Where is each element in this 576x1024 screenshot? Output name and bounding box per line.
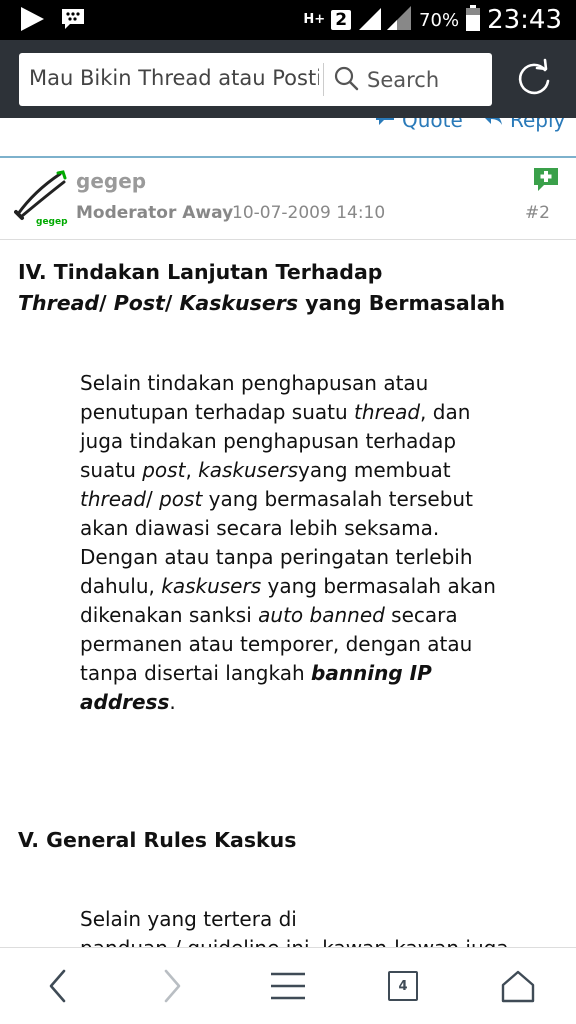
url-text[interactable]: Mau Bikin Thread atau Posti [29, 66, 319, 94]
clock: 23:43 [487, 5, 562, 35]
search-label: Search [367, 67, 440, 92]
chevron-left-icon [49, 969, 66, 1003]
reload-icon[interactable] [512, 57, 556, 101]
post-date: 10-07-2009 14:10 [232, 203, 386, 223]
back-button[interactable] [38, 966, 78, 1006]
forward-button[interactable] [152, 966, 192, 1006]
battery-percent: 70% [419, 9, 460, 31]
section-5-paragraph: Selain yang tertera di panduan / guideli… [80, 907, 509, 947]
search-button[interactable]: Search [333, 63, 439, 96]
menu-button[interactable] [268, 966, 308, 1006]
sim-slot-badge: 2 [331, 10, 352, 30]
tab-count: 4 [388, 971, 418, 1001]
reply-label: Reply [510, 118, 566, 132]
battery-icon [465, 4, 481, 36]
network-type: H+ [303, 12, 326, 27]
quote-label: Quote [402, 118, 463, 132]
signal-icon [357, 4, 413, 36]
post-user-title: Moderator Away [76, 203, 234, 223]
address-bar[interactable]: Mau Bikin Thread atau Posti Search [19, 53, 492, 106]
post-username[interactable]: gegep [76, 169, 146, 193]
section-5-title: V. General Rules Kaskus [18, 828, 297, 852]
quote-button[interactable]: Quote [374, 118, 463, 133]
reply-button[interactable]: Reply [482, 118, 565, 133]
browser-toolbar: Mau Bikin Thread atau Posti Search [0, 40, 576, 118]
add-reputation-icon[interactable] [532, 166, 560, 194]
status-bar: H+ 2 70% 23:43 [0, 0, 576, 40]
bottom-navigation: 4 [0, 947, 576, 1024]
previous-post-actions: Quote Reply [0, 118, 576, 158]
chevron-right-icon [164, 969, 181, 1003]
tabs-button[interactable]: 4 [383, 966, 423, 1006]
reply-icon [482, 118, 504, 133]
search-icon [333, 65, 359, 95]
section-4-title: IV. Tindakan Lanjutan Terhadap Thread/ P… [18, 260, 506, 315]
bbm-icon [60, 7, 86, 35]
post-number[interactable]: #2 [525, 203, 550, 223]
post-content: IV. Tindakan Lanjutan Terhadap Thread/ P… [0, 240, 576, 947]
address-divider [323, 63, 324, 96]
section-4-paragraph: Selain tindakan penghapusan atau penutup… [80, 371, 496, 714]
home-icon [501, 970, 535, 1003]
hamburger-menu-icon [271, 972, 305, 1000]
play-icon [18, 6, 46, 36]
avatar[interactable]: gegep [14, 170, 68, 227]
avatar-caption: gegep [36, 217, 68, 226]
post-header: gegep gegep Moderator Away 10-07-2009 14… [0, 160, 576, 240]
quote-icon [374, 118, 396, 133]
home-button[interactable] [498, 966, 538, 1006]
